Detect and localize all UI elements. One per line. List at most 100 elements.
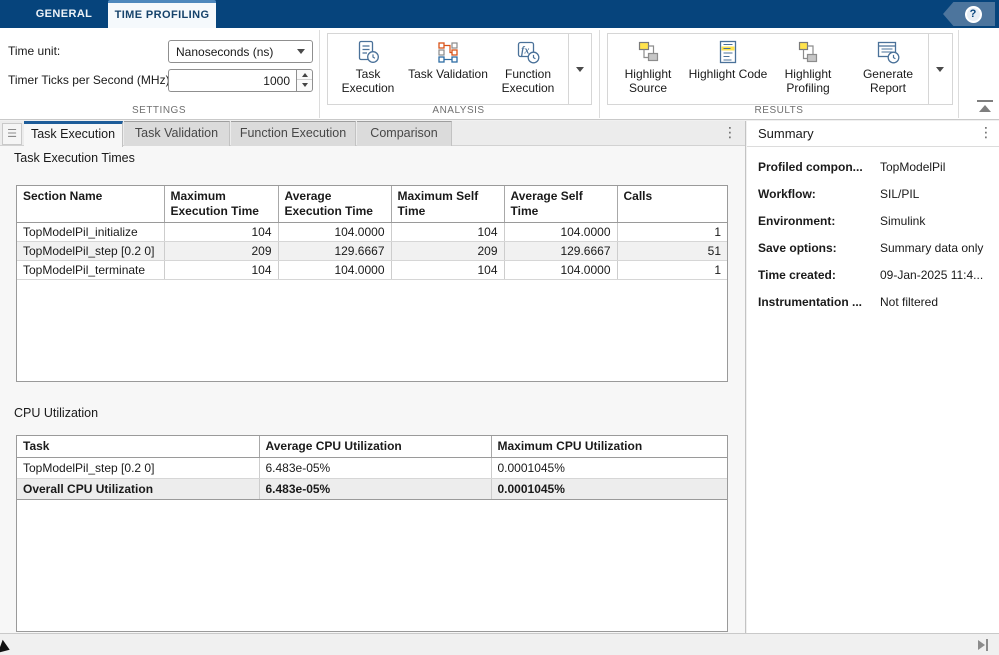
timer-ticks-label: Timer Ticks per Second (MHz):: [8, 73, 173, 87]
cell-max-self: 104: [391, 261, 504, 280]
settings-section-label: SETTINGS: [0, 105, 318, 116]
cell-max-cpu: 0.0001045%: [491, 479, 727, 500]
document-panel: ☰ Task Execution Task Validation Functio…: [0, 121, 746, 633]
exec-header-row: Section Name Maximum Execution Time Aver…: [17, 186, 727, 223]
help-button[interactable]: ?: [943, 2, 995, 26]
exec-times-table: Section Name Maximum Execution Time Aver…: [16, 185, 728, 382]
doc-tab-task-validation[interactable]: Task Validation: [124, 121, 230, 146]
highlight-source-label: Highlight Source: [608, 67, 688, 95]
table-row[interactable]: TopModelPil_step [0.2 0] 209 129.6667 20…: [17, 242, 727, 261]
timer-ticks-input[interactable]: [168, 69, 296, 92]
highlight-source-button[interactable]: Highlight Source: [608, 34, 688, 104]
doc-tab-function-execution[interactable]: Function Execution: [231, 121, 356, 146]
col-avg-self-time: Average Self Time: [504, 186, 617, 223]
expand-panel-button[interactable]: [978, 639, 990, 651]
task-validation-button[interactable]: Task Validation: [408, 34, 488, 104]
cell-avg-self: 129.6667: [504, 242, 617, 261]
col-max-self-time: Maximum Self Time: [391, 186, 504, 223]
expand-panel-bar: [986, 639, 988, 651]
task-execution-icon: [355, 39, 381, 65]
field-value: Not filtered: [880, 295, 938, 309]
highlight-source-icon: [635, 39, 661, 65]
summary-field: Instrumentation ... Not filtered: [758, 289, 990, 316]
document-menu-icon[interactable]: ☰: [2, 123, 22, 145]
field-value: TopModelPil: [880, 160, 945, 174]
col-avg-cpu: Average CPU Utilization: [259, 436, 491, 458]
collapse-toolstrip-arrow: [979, 105, 991, 112]
doc-tab-comparison[interactable]: Comparison: [357, 121, 452, 146]
generate-report-button[interactable]: Generate Report: [848, 34, 928, 104]
field-label: Save options:: [758, 241, 837, 255]
highlight-profiling-button[interactable]: Highlight Profiling: [768, 34, 848, 104]
field-label: Profiled compon...: [758, 160, 863, 174]
function-execution-icon: fx: [515, 39, 541, 65]
status-bar: [0, 633, 999, 655]
summary-field: Workflow: SIL/PIL: [758, 181, 990, 208]
results-gallery-dropdown[interactable]: [928, 34, 951, 104]
cell-avg-exec: 129.6667: [278, 242, 391, 261]
cell-calls: 51: [617, 242, 727, 261]
table-row[interactable]: TopModelPil_step [0.2 0] 6.483e-05% 0.00…: [17, 458, 727, 479]
col-max-cpu: Maximum CPU Utilization: [491, 436, 727, 458]
chevron-down-icon: [297, 49, 305, 54]
field-value: SIL/PIL: [880, 187, 919, 201]
cell-avg-cpu: 6.483e-05%: [259, 458, 491, 479]
toolstrip: Time unit: Nanoseconds (ns) Timer Ticks …: [0, 28, 999, 120]
toolstrip-tab-bar: GENERAL TIME PROFILING ?: [0, 0, 999, 28]
timer-ticks-stepper[interactable]: [296, 69, 313, 92]
task-validation-icon: [435, 39, 461, 65]
expand-panel-icon: [978, 640, 985, 650]
function-execution-button[interactable]: fx Function Execution: [488, 34, 568, 104]
cell-max-exec: 104: [164, 261, 278, 280]
time-unit-value: Nanoseconds (ns): [176, 45, 273, 59]
cell-section-name: TopModelPil_initialize: [17, 223, 164, 242]
cell-avg-exec: 104.0000: [278, 223, 391, 242]
results-button-group: Highlight Source Highlight Code Highligh…: [607, 33, 953, 105]
highlight-code-label: Highlight Code: [689, 67, 768, 81]
tab-general[interactable]: GENERAL: [20, 0, 108, 28]
summary-field: Environment: Simulink: [758, 208, 990, 235]
tab-time-profiling[interactable]: TIME PROFILING: [108, 0, 216, 28]
table-row[interactable]: TopModelPil_terminate 104 104.0000 104 1…: [17, 261, 727, 280]
summary-menu-icon[interactable]: ⋮: [979, 124, 993, 144]
task-execution-button[interactable]: Task Execution: [328, 34, 408, 104]
table-row[interactable]: TopModelPil_initialize 104 104.0000 104 …: [17, 223, 727, 242]
cell-avg-exec: 104.0000: [278, 261, 391, 280]
tab-overflow-menu-icon[interactable]: ⋮: [722, 124, 738, 144]
svg-text:fx: fx: [521, 46, 529, 57]
task-validation-label: Task Validation: [408, 67, 488, 81]
cpu-utilization-table: Task Average CPU Utilization Maximum CPU…: [16, 435, 728, 632]
cell-max-self: 104: [391, 223, 504, 242]
cell-max-self: 209: [391, 242, 504, 261]
stepper-up-icon[interactable]: [297, 70, 312, 80]
doc-tab-task-execution[interactable]: Task Execution: [24, 121, 123, 147]
highlight-profiling-label: Highlight Profiling: [768, 67, 848, 95]
exec-times-title: Task Execution Times: [14, 151, 135, 165]
chevron-down-icon: [576, 67, 584, 72]
cell-max-exec: 209: [164, 242, 278, 261]
highlight-code-button[interactable]: Highlight Code: [688, 34, 768, 104]
time-unit-dropdown[interactable]: Nanoseconds (ns): [168, 40, 313, 63]
help-icon: ?: [965, 6, 982, 23]
cell-calls: 1: [617, 223, 727, 242]
analysis-gallery-dropdown[interactable]: [568, 34, 591, 104]
task-execution-label: Task Execution: [328, 67, 408, 95]
generate-report-label: Generate Report: [848, 67, 928, 95]
summary-title: Summary: [747, 121, 999, 147]
function-execution-label: Function Execution: [488, 67, 568, 95]
cell-task: Overall CPU Utilization: [17, 479, 259, 500]
collapse-toolstrip-button[interactable]: [977, 100, 993, 114]
col-max-exec-time: Maximum Execution Time: [164, 186, 278, 223]
cpu-utilization-title: CPU Utilization: [14, 406, 98, 420]
section-divider: [958, 30, 959, 118]
stepper-down-icon[interactable]: [297, 80, 312, 90]
results-section-label: RESULTS: [600, 105, 958, 116]
table-row[interactable]: Overall CPU Utilization 6.483e-05% 0.000…: [17, 479, 727, 500]
cell-avg-cpu: 6.483e-05%: [259, 479, 491, 500]
cell-section-name: TopModelPil_terminate: [17, 261, 164, 280]
field-label: Workflow:: [758, 187, 816, 201]
summary-panel: Summary ⋮ Profiled compon... TopModelPil…: [747, 121, 999, 633]
cell-max-cpu: 0.0001045%: [491, 458, 727, 479]
analysis-section-label: ANALYSIS: [320, 105, 597, 116]
field-label: Environment:: [758, 214, 835, 228]
